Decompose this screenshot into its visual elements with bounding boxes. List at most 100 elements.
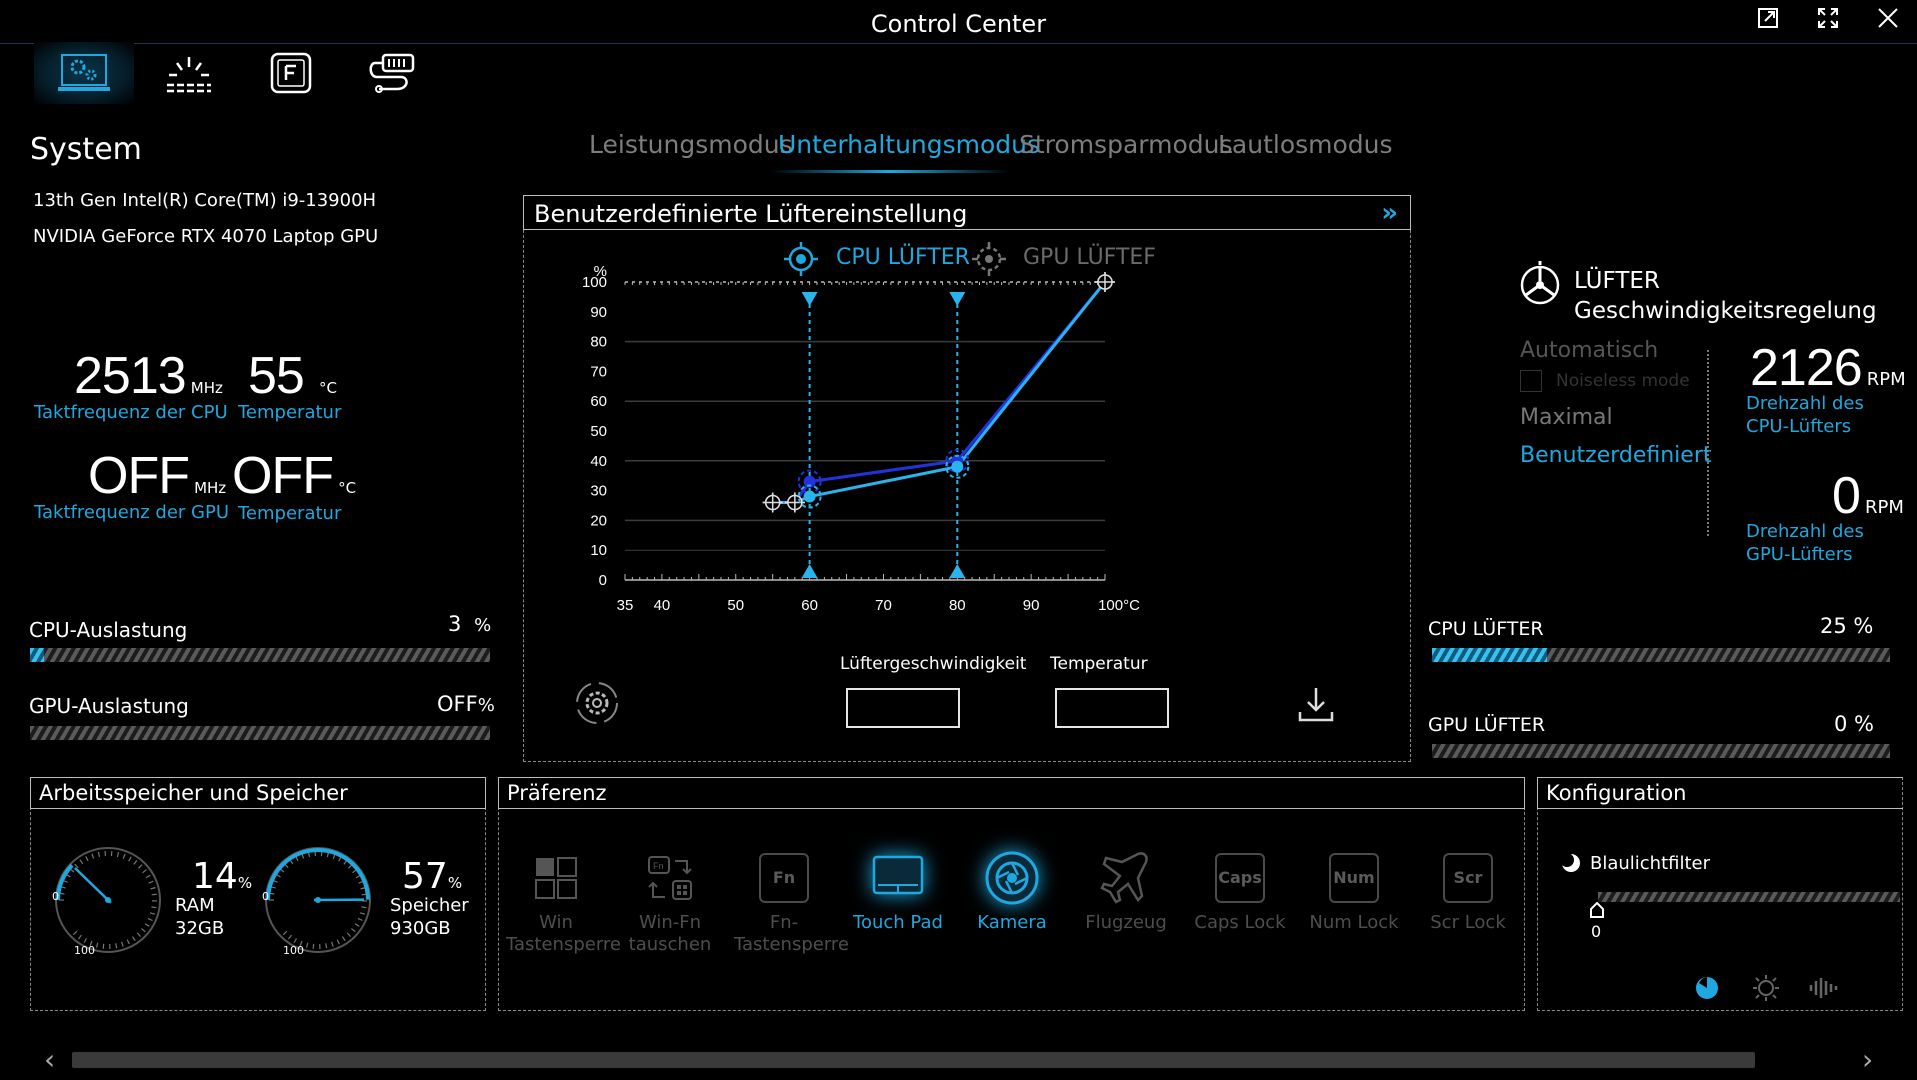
tab-lautlosmodus[interactable]: Lautlosmodus <box>1218 130 1393 159</box>
gauge-tick <box>85 856 89 862</box>
active-tab-indicator <box>770 170 1010 173</box>
y-tick-label: 10 <box>590 542 607 559</box>
gpu-load-label: GPU-Auslastung <box>29 694 189 718</box>
nav-lighting[interactable] <box>139 42 239 104</box>
cpu-fan-label: CPU LÜFTER <box>1428 618 1544 640</box>
scroll-right-icon[interactable]: › <box>1862 1043 1873 1076</box>
storage-value: 57 <box>402 856 448 897</box>
cpu-name: 13th Gen Intel(R) Core(TM) i9-13900H <box>33 190 377 211</box>
cpu-load-unit: % <box>474 615 492 636</box>
ram-value: 14 <box>192 856 238 897</box>
preference-item-camera[interactable]: Kamera <box>962 848 1062 934</box>
fan-control-icon <box>1515 258 1565 308</box>
gauge-tick <box>305 942 309 948</box>
y-tick-label: 80 <box>590 334 607 351</box>
cpu-load-bar <box>30 648 490 662</box>
preference-item-fn-key[interactable]: Fn Fn- Tastensperre <box>734 848 849 956</box>
horizontal-scrollbar[interactable] <box>72 1052 1755 1068</box>
restore-icon[interactable] <box>1752 6 1784 38</box>
preference-label-line2: Tastensperre <box>506 934 622 955</box>
nav-system[interactable] <box>34 42 134 104</box>
gpu-clock-unit: MHz <box>194 479 227 497</box>
cpu-rpm-readout: 2126 RPM <box>1750 338 1906 398</box>
airplane-icon <box>1076 848 1176 908</box>
gauge-tick <box>346 932 351 938</box>
y-tick-label: 0 <box>599 572 607 589</box>
x-tick-label: 100°C <box>1098 597 1140 614</box>
lighting-icon <box>167 57 211 93</box>
windows-icon <box>506 848 606 908</box>
noiseless-checkbox[interactable] <box>1520 370 1542 392</box>
fan-mode-maximal[interactable]: Maximal <box>1520 405 1613 430</box>
gauge-tick <box>287 934 292 940</box>
fan-speed-input[interactable] <box>846 688 960 728</box>
x-tick-label: 90 <box>1023 597 1040 614</box>
storage-gauge-min: 0 <box>262 890 269 903</box>
preference-item-touchpad[interactable]: Touch Pad <box>848 848 948 934</box>
preference-item-caps-lock[interactable]: Caps Caps Lock <box>1190 848 1290 934</box>
expand-arrows-icon[interactable]: » <box>1381 198 1398 228</box>
preference-label-line2: tauschen <box>628 934 712 955</box>
y-tick-label: 90 <box>590 304 607 321</box>
y-tick-label: 20 <box>590 512 607 529</box>
tab-unterhaltungsmodus[interactable]: Unterhaltungsmodus <box>778 130 1040 159</box>
preference-items: Win Tastensperre Fn Win-Fn tauschen Fn Fn- Tast… <box>506 848 1516 978</box>
fan-speed-label: Lüftergeschwindigkeit <box>840 654 1027 674</box>
gauge-tick <box>144 923 150 927</box>
scroll-left-icon[interactable]: ‹ <box>44 1043 55 1076</box>
cpu-rpm-unit: RPM <box>1866 369 1906 390</box>
sound-wave-icon[interactable] <box>1808 976 1838 1000</box>
gpu-temp-readout: OFF °C <box>232 446 356 506</box>
brightness-icon[interactable] <box>1752 974 1780 1002</box>
fan-mode-benutzerdefiniert[interactable]: Benutzerdefiniert <box>1520 443 1712 468</box>
gauge-tick <box>354 923 360 927</box>
fan-curve-chart[interactable]: 0102030405060708090100%35 40 50 60 70 80 90 100… <box>560 250 1400 620</box>
gpu-clock-value: OFF <box>88 447 190 505</box>
preference-label: Win <box>539 912 573 933</box>
fan-mode-automatisch[interactable]: Automatisch <box>1520 338 1658 363</box>
gpu-fan-value: 0 % <box>1834 712 1874 736</box>
gauge-tick <box>151 893 157 896</box>
nav-function-key[interactable] <box>241 42 341 104</box>
ram-gauge <box>55 847 161 953</box>
preference-label: Flugzeug <box>1085 912 1167 933</box>
preference-label: Scr Lock <box>1430 912 1506 933</box>
preference-label: Win-Fn <box>638 912 702 933</box>
gpu-rpm-unit: RPM <box>1865 497 1904 518</box>
y-tick-label: 60 <box>590 393 607 410</box>
y-tick-label: 70 <box>590 363 607 380</box>
preference-item-scroll-lock[interactable]: Scr Scr Lock <box>1418 848 1518 934</box>
gauge-tick <box>122 853 126 859</box>
nav-network[interactable] <box>343 42 443 104</box>
preference-item-num-lock[interactable]: Num Num Lock <box>1304 848 1404 934</box>
gauge-tick <box>325 943 328 949</box>
gauge-tick <box>150 887 156 890</box>
key-cap: Fn <box>759 853 809 903</box>
fan-panel-header: Benutzerdefinierte Lüftereinstellung » <box>523 195 1411 230</box>
gauge-tick <box>121 941 124 947</box>
temp-marker-top <box>801 292 818 306</box>
preference-item-swap[interactable]: Fn Win-Fn tauschen <box>620 848 720 956</box>
fan-divider <box>1707 350 1709 536</box>
blue-light-slider-handle[interactable] <box>1590 901 1604 918</box>
blue-light-slider-track[interactable] <box>1598 892 1900 902</box>
preference-item-airplane[interactable]: Flugzeug <box>1076 848 1176 934</box>
tab-stromsparmodus[interactable]: Stromsparmodus <box>1019 130 1233 159</box>
gauge-tick <box>361 906 367 909</box>
system-gear-icon <box>58 54 110 91</box>
preference-item-windows[interactable]: Win Tastensperre <box>506 848 622 956</box>
gauge-tick <box>351 928 356 933</box>
gpu-load-unit: % <box>477 695 495 716</box>
x-tick-label: 35 <box>617 597 634 614</box>
close-icon[interactable] <box>1872 6 1904 38</box>
fan-control-subtitle: Geschwindigkeitsregelung <box>1574 298 1877 324</box>
download-icon[interactable] <box>1296 684 1336 724</box>
swap-icon: Fn <box>620 848 720 908</box>
night-mode-icon[interactable] <box>1694 975 1720 1001</box>
temperature-input[interactable] <box>1055 688 1169 728</box>
gauge-tick <box>142 869 147 874</box>
maximize-icon[interactable] <box>1812 6 1844 38</box>
tab-leistungsmodus[interactable]: Leistungsmodus <box>589 130 793 159</box>
cpu-clock-unit: MHz <box>190 379 223 397</box>
settings-gear-icon[interactable] <box>572 678 622 728</box>
